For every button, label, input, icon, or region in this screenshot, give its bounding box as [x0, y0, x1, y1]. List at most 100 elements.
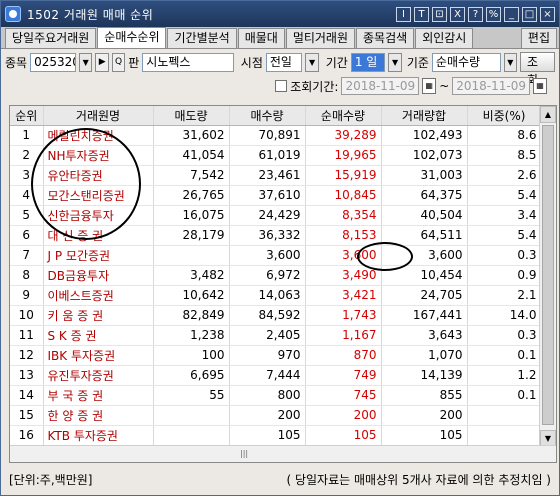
search-icon[interactable]: Q [111, 52, 126, 72]
ratio-cell: 0.9 [467, 265, 542, 286]
stock-name-field: 시노펙스 [142, 52, 234, 72]
search-char[interactable]: 판 [128, 54, 139, 71]
rank-cell: 7 [10, 245, 44, 266]
broker-cell: NH투자증권 [43, 145, 154, 166]
period-select[interactable]: 1 일 [350, 52, 386, 72]
tab-stock-search[interactable]: 종목검색 [356, 28, 415, 48]
footer-bar: [단위:주,백만원] ( 당일자료는 매매상위 5개사 자료에 의한 추정치임 … [9, 467, 557, 491]
scroll-grip-icon[interactable]: ||| [240, 449, 250, 459]
table-row[interactable]: 6대 신 증 권 28,179 36,332 8,153 64,511 5.4 [10, 225, 542, 246]
table-row[interactable]: 9 이베스트증권 10,642 14,063 3,421 24,705 2.1 [10, 285, 542, 306]
rank-cell: 14 [10, 385, 44, 406]
tab-volume-profile[interactable]: 매물대 [237, 28, 285, 48]
table-row[interactable]: 10 키 움 증 권 82,849 84,592 1,743 167,441 14.0 [10, 305, 542, 326]
basis-select[interactable]: 순매수량 [431, 52, 501, 72]
sell-cell: 3,482 [153, 265, 230, 286]
stock-code-input[interactable]: 025320 [30, 52, 77, 72]
info-icon[interactable]: I [396, 6, 411, 22]
ratio-cell: 14.0 [467, 305, 542, 326]
table-row[interactable]: 5 신한금융투자 16,075 24,429 8,354 40,504 3.4 [10, 205, 542, 226]
col-header-ratio[interactable]: 비중(%) [467, 106, 542, 126]
calendar-icon[interactable]: ▦ [422, 78, 437, 94]
broker-cell: 대 신 증 권 [43, 225, 154, 246]
table-row[interactable]: 3 유안타증권 7,542 23,461 15,919 31,003 2.6 [10, 165, 542, 186]
close-icon[interactable]: × [540, 6, 555, 22]
tab-multi-broker[interactable]: 멀티거래원 [285, 28, 356, 48]
ratio-cell: 0.3 [467, 245, 542, 266]
query-button[interactable]: 조회 [520, 52, 555, 87]
col-header-broker[interactable]: 거래원명 [43, 106, 154, 126]
total-cell: 24,705 [381, 285, 468, 306]
window-title: 1502 거래원 매매 순위 [27, 7, 154, 22]
time-dropdown-icon[interactable]: ▼ [305, 52, 319, 72]
buy-cell: 200 [229, 405, 306, 426]
table-row[interactable]: 12 IBK 투자증권 100 970 870 1,070 0.1 [10, 345, 542, 366]
rank-cell: 8 [10, 265, 44, 286]
sell-cell [153, 425, 230, 446]
total-cell: 105 [381, 425, 468, 446]
net-buy-cell: 745 [305, 385, 382, 406]
sell-cell [153, 405, 230, 426]
col-header-sell[interactable]: 매도량 [153, 106, 230, 126]
table-row[interactable]: 2 NH투자증권 41,054 61,019 19,965 102,073 8.5 [10, 145, 542, 166]
table-row[interactable]: 14 부 국 증 권 55 800 745 855 0.1 [10, 385, 542, 406]
col-header-buy[interactable]: 매수량 [229, 106, 306, 126]
rank-cell: 10 [10, 305, 44, 326]
tab-foreign-watch[interactable]: 외인감시 [415, 28, 474, 48]
table-row[interactable]: 11 S K 증 권 1,238 2,405 1,167 3,643 0.3 [10, 325, 542, 346]
broker-cell: J P 모간증권 [43, 245, 154, 266]
query-period-checkbox[interactable] [275, 80, 288, 92]
period-dropdown-icon[interactable]: ▼ [388, 52, 402, 72]
start-date-field[interactable]: 2018-11-09 [341, 77, 420, 95]
total-cell: 102,493 [381, 125, 468, 146]
horizontal-scrollbar[interactable]: ||| [10, 445, 556, 462]
tab-bar: 당일주요거래원 순매수순위 기간별분석 매물대 멀티거래원 종목검색 외인감시 … [1, 27, 559, 49]
table-row[interactable]: 13 유진투자증권 6,695 7,444 749 14,139 1.2 [10, 365, 542, 386]
sell-cell: 6,695 [153, 365, 230, 386]
table-row[interactable]: 7J P 모간증권 3,600 3,600 3,600 0.3 [10, 245, 542, 266]
ratio-cell: 2.1 [467, 285, 542, 306]
maximize-icon[interactable]: □ [522, 6, 537, 22]
ratio-cell: 1.2 [467, 365, 542, 386]
table-row[interactable]: 4 모간스탠리증권 26,765 37,610 10,845 64,375 5.4 [10, 185, 542, 206]
buy-cell: 36,332 [229, 225, 306, 246]
net-buy-cell: 15,919 [305, 165, 382, 186]
buy-cell: 70,891 [229, 125, 306, 146]
time-label: 시점 [240, 55, 263, 70]
query-toolbar: 종목 025320 ▼ ▶ Q 판 시노펙스 시점 전일 ▼ 기간 1 일 ▼ … [1, 49, 559, 87]
basis-dropdown-icon[interactable]: ▼ [503, 52, 518, 72]
help-icon[interactable]: ? [468, 6, 483, 22]
close-link-icon[interactable]: X [450, 6, 465, 22]
table-row[interactable]: 16 KTB 투자증권 105 105 105 [10, 425, 542, 446]
vertical-scrollbar[interactable]: ▲ ▼ [539, 106, 556, 447]
calendar-icon[interactable]: ▦ [533, 78, 547, 94]
minimize-icon[interactable]: _ [504, 6, 519, 22]
link-icon[interactable]: ⊡ [432, 6, 447, 22]
percent-icon[interactable]: % [486, 6, 501, 22]
tab-net-buy-rank[interactable]: 순매수순위 [97, 27, 167, 48]
tab-daily-major[interactable]: 당일주요거래원 [5, 28, 97, 48]
code-dropdown-icon[interactable]: ▼ [79, 52, 93, 72]
time-select[interactable]: 전일 [265, 52, 303, 72]
col-header-rank[interactable]: 순위 [10, 106, 44, 126]
rank-cell: 11 [10, 325, 44, 346]
col-header-net-buy[interactable]: 순매수량 [305, 106, 382, 126]
tab-period-analysis[interactable]: 기간별분석 [167, 28, 237, 48]
total-cell: 14,139 [381, 365, 468, 386]
estimate-note: ( 당일자료는 매매상위 5개사 자료에 의한 추정치임 ) [286, 472, 551, 487]
text-icon[interactable]: T [414, 6, 429, 22]
col-header-total[interactable]: 거래량합 [381, 106, 468, 126]
table-row[interactable]: 8 DB금융투자 3,482 6,972 3,490 10,454 0.9 [10, 265, 542, 286]
table-row[interactable]: 15 한 양 증 권 200 200 200 [10, 405, 542, 426]
table-row[interactable]: 1 메릴린치증권 31,602 70,891 39,289 102,493 8.6 [10, 125, 542, 146]
scroll-thumb[interactable] [542, 125, 554, 425]
end-date-field[interactable]: 2018-11-09 [452, 77, 530, 95]
next-arrow-icon[interactable]: ▶ [95, 52, 109, 72]
sell-cell: 41,054 [153, 145, 230, 166]
ratio-cell: 0.3 [467, 325, 542, 346]
net-buy-cell: 3,600 [305, 245, 382, 266]
edit-button[interactable]: 편집 [520, 28, 557, 48]
scroll-up-icon[interactable]: ▲ [540, 106, 556, 123]
broker-cell: 키 움 증 권 [43, 305, 154, 326]
net-buy-cell: 10,845 [305, 185, 382, 206]
